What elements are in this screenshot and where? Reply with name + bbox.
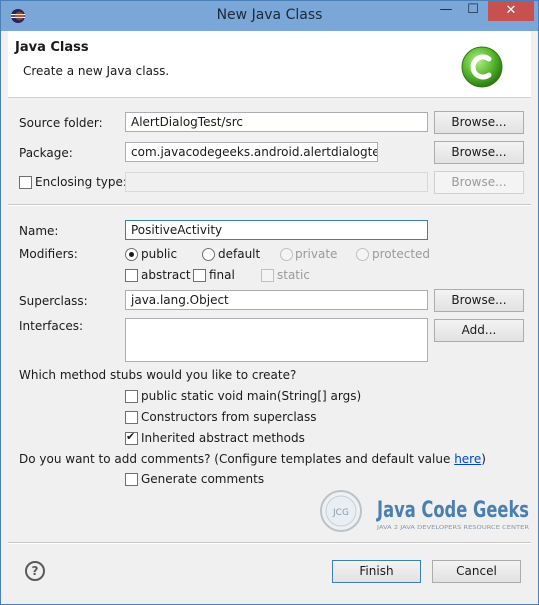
interfaces-label: Interfaces: [19, 319, 84, 333]
new-java-class-dialog: New Java Class — ☐ ✕ Java Class Create a… [0, 0, 539, 605]
comments-question: Do you want to add comments? (Configure … [19, 452, 486, 466]
comments-question-text: Do you want to add comments? (Configure … [19, 452, 455, 466]
generate-comments-checkbox[interactable] [125, 473, 138, 486]
checkmark-icon: ✔ [126, 430, 136, 443]
superclass-field[interactable]: java.lang.Object [125, 290, 428, 310]
name-field[interactable]: PositiveActivity [125, 220, 428, 240]
wizard-title: Java Class [15, 40, 89, 55]
wizard-description: Create a new Java class. [23, 64, 170, 78]
main-method-label: public static void main(String[] args) [141, 389, 362, 403]
jcg-logo-text: Java Code Geeks [376, 498, 529, 523]
inherited-methods-checkbox[interactable]: ✔ [125, 430, 138, 445]
modifier-default-label: default [218, 247, 261, 261]
jcg-badge-text: JCG [332, 508, 349, 518]
abstract-label: abstract [141, 268, 191, 282]
close-button[interactable]: ✕ [488, 1, 534, 21]
modifier-private-label: private [295, 247, 338, 261]
source-folder-browse-button[interactable]: Browse... [434, 111, 524, 134]
modifier-public-label: public [141, 247, 178, 261]
generate-comments-label: Generate comments [141, 472, 265, 486]
enclosing-type-field [125, 172, 428, 192]
abstract-checkbox[interactable] [125, 269, 138, 282]
final-label: final [209, 268, 235, 282]
main-method-checkbox[interactable] [125, 390, 138, 403]
minimize-button[interactable]: — [433, 1, 459, 21]
source-folder-field[interactable]: AlertDialogTest/src [125, 112, 428, 132]
java-code-geeks-watermark: JCG Java Code Geeks JAVA 2 JAVA DEVELOPE… [320, 490, 529, 532]
wizard-header: Java Class Create a new Java class. [8, 31, 531, 98]
radio-selected-dot [129, 252, 134, 257]
modifier-protected-radio [356, 248, 369, 261]
footer-divider [8, 542, 531, 544]
enclosing-type-browse-button: Browse... [434, 171, 524, 194]
comments-question-end: ) [481, 452, 486, 466]
enclosing-type-checkbox[interactable] [19, 176, 32, 189]
constructors-label: Constructors from superclass [141, 410, 317, 424]
source-folder-label: Source folder: [19, 116, 103, 130]
finish-button[interactable]: Finish [332, 560, 421, 583]
inherited-methods-label: Inherited abstract methods [141, 431, 305, 445]
interfaces-add-button[interactable]: Add... [434, 319, 524, 342]
constructors-checkbox[interactable] [125, 411, 138, 424]
final-checkbox[interactable] [193, 269, 206, 282]
help-icon[interactable]: ? [25, 561, 45, 581]
new-class-wizard-icon [461, 46, 503, 88]
static-checkbox [261, 269, 274, 282]
modifier-default-radio[interactable] [202, 248, 215, 261]
modifier-protected-label: protected [372, 247, 431, 261]
package-browse-button[interactable]: Browse... [434, 141, 524, 164]
modifiers-label: Modifiers: [19, 247, 78, 261]
package-label: Package: [19, 146, 73, 160]
method-stubs-question: Which method stubs would you like to cre… [19, 368, 297, 382]
static-label: static [277, 268, 310, 282]
jcg-tagline: JAVA 2 JAVA DEVELOPERS RESOURCE CENTER [376, 525, 529, 531]
configure-templates-link[interactable]: here [454, 452, 481, 466]
name-label: Name: [19, 224, 59, 238]
enclosing-type-label: Enclosing type: [35, 175, 127, 189]
wizard-body: Source folder: AlertDialogTest/src Brows… [8, 98, 531, 542]
modifier-private-radio [280, 248, 293, 261]
package-field[interactable]: com.javacodegeeks.android.alertdialogtes… [125, 142, 378, 162]
title-bar[interactable]: New Java Class — ☐ ✕ [1, 1, 538, 31]
superclass-label: Superclass: [19, 294, 88, 308]
maximize-button[interactable]: ☐ [460, 1, 486, 21]
superclass-browse-button[interactable]: Browse... [434, 289, 524, 312]
modifier-public-radio[interactable] [125, 248, 138, 261]
cancel-button[interactable]: Cancel [432, 560, 521, 583]
divider [8, 204, 531, 206]
interfaces-list[interactable] [125, 318, 428, 362]
